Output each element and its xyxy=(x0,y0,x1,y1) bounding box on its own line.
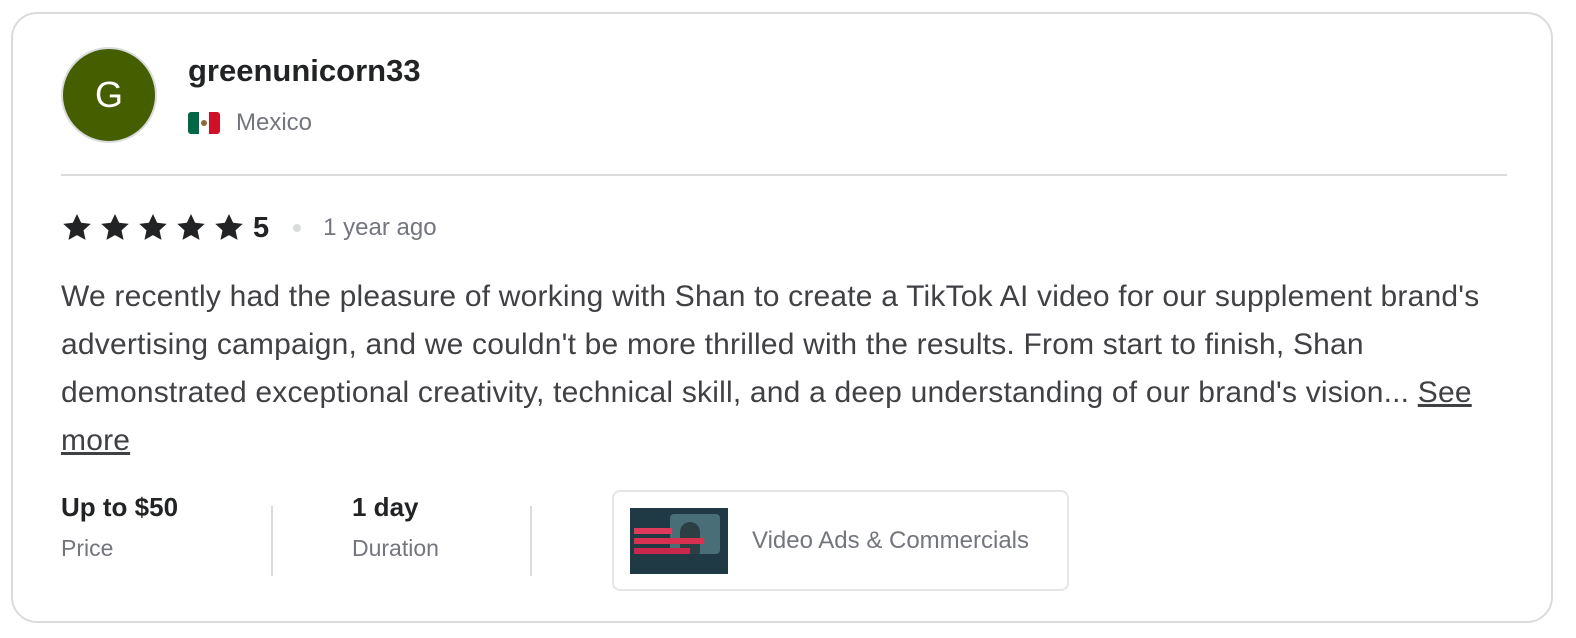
star-icon xyxy=(101,214,129,240)
review-details: Up to $50 Price 1 day Duration Video Ads… xyxy=(61,490,1507,596)
review-text: We recently had the pleasure of working … xyxy=(61,280,1480,409)
avatar[interactable]: G xyxy=(61,47,157,143)
rating-row: 5 1 year ago xyxy=(61,208,437,248)
review-time: 1 year ago xyxy=(323,214,437,241)
duration-label: Duration xyxy=(352,535,439,561)
separator-dot xyxy=(293,224,302,232)
price-label: Price xyxy=(61,535,114,561)
duration-value: 1 day xyxy=(352,492,419,522)
rating-value: 5 xyxy=(253,211,270,244)
vertical-divider xyxy=(271,506,273,576)
gig-thumbnail-image xyxy=(630,507,728,574)
price-info: Up to $50 Price xyxy=(61,492,178,562)
star-icon xyxy=(215,214,243,240)
divider xyxy=(61,174,1507,176)
mexico-flag-icon xyxy=(188,112,220,134)
star-icon xyxy=(177,214,205,240)
reviewer-username[interactable]: greenunicorn33 xyxy=(188,53,421,89)
review-card: G greenunicorn33 Mexico 5 1 year ago We … xyxy=(11,12,1553,623)
gig-card[interactable]: Video Ads & Commercials xyxy=(612,490,1069,591)
star-rating xyxy=(61,212,251,244)
avatar-initial: G xyxy=(94,74,123,115)
review-text-block: We recently had the pleasure of working … xyxy=(61,273,1491,465)
duration-info: 1 day Duration xyxy=(352,492,439,562)
country-name: Mexico xyxy=(236,109,313,136)
star-icon xyxy=(139,214,167,240)
reviewer-header: G greenunicorn33 Mexico xyxy=(61,47,1507,143)
star-icon xyxy=(63,214,91,240)
vertical-divider xyxy=(530,506,532,576)
gig-category: Video Ads & Commercials xyxy=(752,526,1030,554)
reviewer-country: Mexico xyxy=(188,109,312,137)
price-value: Up to $50 xyxy=(61,492,179,522)
